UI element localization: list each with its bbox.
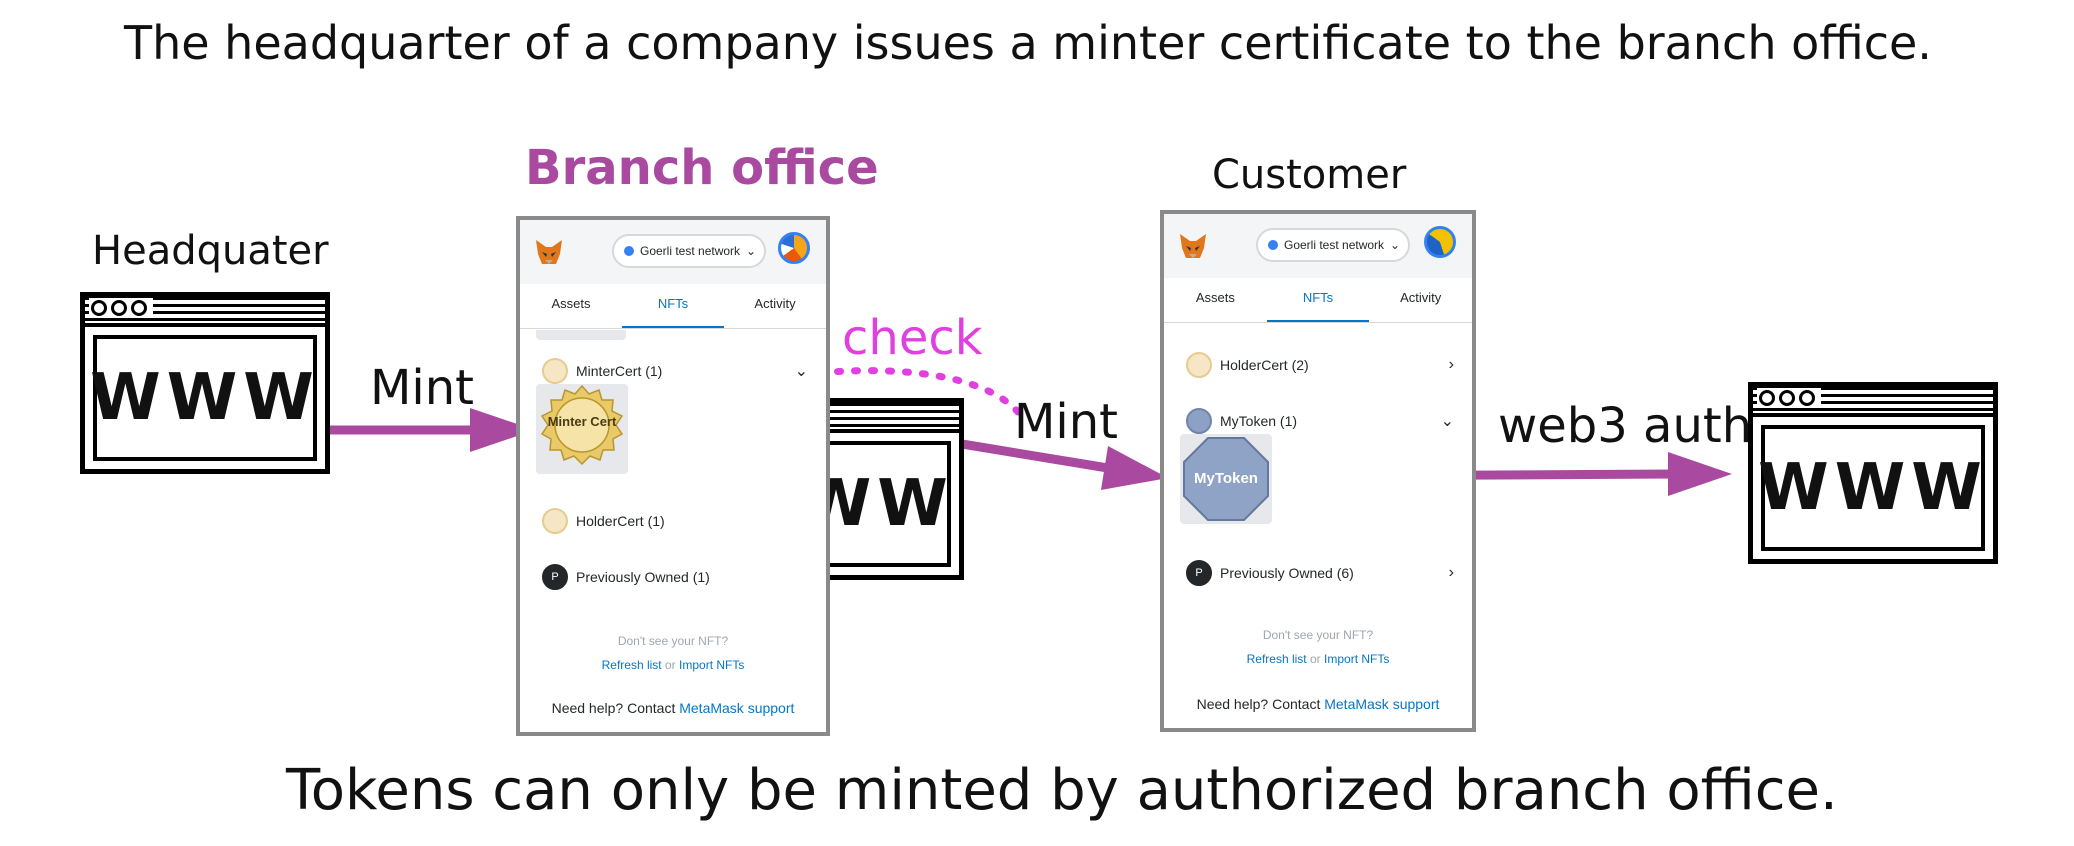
metamask-support-link[interactable]: MetaMask support xyxy=(1324,696,1439,712)
check-label: check xyxy=(842,310,983,366)
collection-label: Previously Owned (1) xyxy=(576,569,710,585)
customer-wallet-panel: Goerli test network ⌄ Assets NFTs Activi… xyxy=(1160,210,1476,732)
network-name: Goerli test network xyxy=(1284,238,1385,252)
chevron-down-icon: ⌄ xyxy=(1440,413,1454,430)
collection-row-mytoken[interactable]: MyToken (1) ⌄ xyxy=(1186,406,1454,436)
tab-nfts[interactable]: NFTs xyxy=(1266,278,1370,322)
chevron-down-icon: ⌄ xyxy=(794,363,808,380)
mytoken-badge-icon xyxy=(1186,408,1212,434)
account-avatar[interactable] xyxy=(778,232,810,264)
network-selector[interactable]: Goerli test network ⌄ xyxy=(612,234,767,268)
chevron-right-icon: › xyxy=(1448,356,1454,373)
help-text: Need help? Contact MetaMask support xyxy=(1164,696,1472,712)
tab-assets[interactable]: Assets xyxy=(520,284,622,328)
or-text: or xyxy=(665,658,676,672)
help-text: Need help? Contact MetaMask support xyxy=(520,700,826,716)
browser-titlebar xyxy=(1753,387,1993,417)
mint-arrow-2-head xyxy=(1101,446,1168,490)
tab-activity[interactable]: Activity xyxy=(724,284,826,328)
network-dot-icon xyxy=(1268,240,1278,250)
import-nfts-link[interactable]: Import NFTs xyxy=(679,658,744,672)
wallet-header: Goerli test network ⌄ xyxy=(1164,214,1472,278)
wallet-header: Goerli test network ⌄ xyxy=(520,220,826,284)
minter-cert-badge-icon xyxy=(542,358,568,384)
collection-row-previously-owned[interactable]: P Previously Owned (1) xyxy=(542,562,808,592)
previously-owned-badge: P xyxy=(1186,560,1212,586)
collection-label: HolderCert (2) xyxy=(1220,357,1309,373)
no-nft-hint: Don't see your NFT? xyxy=(617,634,729,648)
www-text: WWW xyxy=(1758,451,1988,525)
holder-cert-badge-icon xyxy=(1186,352,1212,378)
mint-label-2: Mint xyxy=(1014,394,1118,450)
mytoken-text: MyToken xyxy=(1194,470,1258,487)
collection-label: MyToken (1) xyxy=(1220,413,1298,429)
no-nft-hint: Don't see your NFT? xyxy=(1262,628,1374,642)
web3-auth-arrow-head xyxy=(1668,452,1732,496)
minter-cert-text: Minter Cert xyxy=(547,414,617,429)
help-label: Need help? Contact xyxy=(551,700,676,716)
branch-wallet-panel: Goerli test network ⌄ Assets NFTs Activi… xyxy=(516,216,830,736)
collection-row-holdercert[interactable]: HolderCert (1) xyxy=(542,506,808,536)
collection-label: Previously Owned (6) xyxy=(1220,565,1354,581)
network-name: Goerli test network xyxy=(640,244,741,258)
wallet-tabs: Assets NFTs Activity xyxy=(520,284,826,329)
collection-row-mintercert[interactable]: MinterCert (1) ⌄ xyxy=(542,356,808,386)
collection-row-holdercert[interactable]: HolderCert (2) › xyxy=(1186,350,1454,380)
network-dot-icon xyxy=(624,246,634,256)
minter-cert-nft[interactable]: Minter Cert xyxy=(536,384,628,474)
mint-label-1: Mint xyxy=(370,360,474,416)
holder-cert-badge-icon xyxy=(542,508,568,534)
tab-assets[interactable]: Assets xyxy=(1164,278,1267,322)
account-avatar[interactable] xyxy=(1424,226,1456,258)
chevron-down-icon: ⌄ xyxy=(746,244,757,258)
www-text: WWW xyxy=(90,361,320,435)
chevron-right-icon: › xyxy=(1448,564,1454,581)
collection-row-previously-owned[interactable]: P Previously Owned (6) › xyxy=(1186,558,1454,588)
import-nfts-link[interactable]: Import NFTs xyxy=(1324,652,1389,666)
or-text: or xyxy=(1310,652,1321,666)
refresh-list-link[interactable]: Refresh list xyxy=(1247,652,1307,666)
wallet-tabs: Assets NFTs Activity xyxy=(1164,278,1472,323)
scrolled-nft-tile xyxy=(536,330,626,340)
previously-owned-badge: P xyxy=(542,564,568,590)
tab-activity[interactable]: Activity xyxy=(1369,278,1472,322)
collection-label: HolderCert (1) xyxy=(576,513,665,529)
metamask-fox-icon xyxy=(1180,234,1206,258)
metamask-fox-icon xyxy=(536,240,562,264)
collection-label: MinterCert (1) xyxy=(576,363,663,379)
headquarter-website-icon: WWW xyxy=(80,292,330,474)
help-label: Need help? Contact xyxy=(1196,696,1321,712)
minter-cert-seal-icon xyxy=(540,384,624,466)
service-website-icon: WWW xyxy=(1748,382,1998,564)
nft-links: Refresh list or Import NFTs xyxy=(1164,652,1472,666)
refresh-list-link[interactable]: Refresh list xyxy=(602,658,662,672)
browser-titlebar xyxy=(85,297,325,327)
chevron-down-icon: ⌄ xyxy=(1390,238,1401,252)
network-selector[interactable]: Goerli test network ⌄ xyxy=(1256,228,1411,262)
mytoken-nft[interactable]: MyToken xyxy=(1180,434,1272,524)
nft-links: Refresh list or Import NFTs xyxy=(520,658,826,672)
web3-auth-label: web3 auth xyxy=(1498,398,1753,454)
metamask-support-link[interactable]: MetaMask support xyxy=(679,700,794,716)
tab-nfts[interactable]: NFTs xyxy=(622,284,724,328)
